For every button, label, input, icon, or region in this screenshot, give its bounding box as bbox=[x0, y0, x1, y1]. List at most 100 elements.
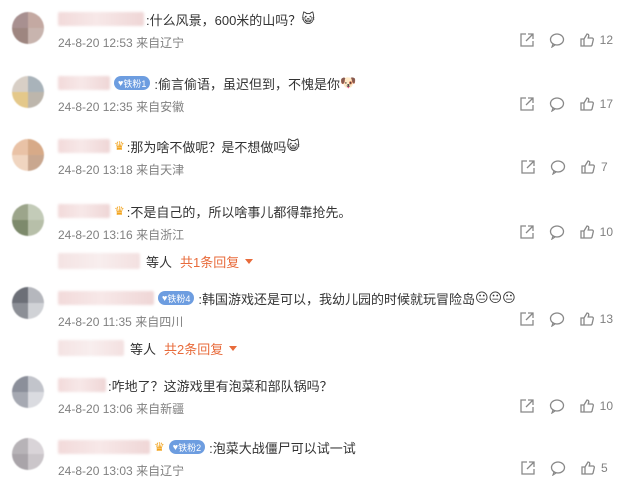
avatar[interactable] bbox=[12, 376, 44, 408]
comment-location: 来自四川 bbox=[135, 315, 184, 329]
comment-icon[interactable] bbox=[550, 159, 566, 175]
comment-location: 来自安徽 bbox=[136, 100, 185, 114]
comment-meta: 24-8-20 13:16 来自浙江 bbox=[58, 226, 184, 243]
username-blurred[interactable] bbox=[58, 12, 144, 26]
view-replies-link[interactable]: 共1条回复 bbox=[180, 252, 239, 271]
like-icon[interactable] bbox=[579, 32, 595, 48]
comment-item: ♛ :那为啥不做呢？是不想做吗 😺 24-8-20 13:18 来自天津 7 bbox=[0, 135, 627, 183]
emoji-icon: 😺 bbox=[286, 138, 300, 153]
comment-date: 24-8-20 13:18 bbox=[58, 163, 133, 177]
comment-meta: 24-8-20 13:18 来自天津 bbox=[58, 161, 184, 178]
comment-text: :什么风景，600米的山吗？ bbox=[146, 12, 302, 28]
comment-actions: 10 bbox=[505, 224, 613, 240]
comment-actions: 5 bbox=[506, 460, 613, 476]
fan-badge: ♥ 铁粉1 bbox=[114, 76, 151, 90]
share-icon[interactable] bbox=[519, 224, 535, 240]
username-blurred[interactable] bbox=[58, 204, 110, 218]
avatar[interactable] bbox=[12, 12, 44, 44]
comment-date: 24-8-20 12:53 bbox=[58, 36, 133, 50]
share-icon[interactable] bbox=[519, 398, 535, 414]
comment-item: :什么风景，600米的山吗？ 😺 24-8-20 12:53 来自辽宁 12 bbox=[0, 8, 627, 56]
comment-actions: 12 bbox=[505, 32, 613, 48]
reply-summary[interactable]: 等人 共2条回复 bbox=[58, 338, 238, 358]
comment-location: 来自新疆 bbox=[136, 402, 185, 416]
view-replies-link[interactable]: 共2条回复 bbox=[164, 339, 223, 358]
reply-users-blurred[interactable] bbox=[58, 253, 140, 269]
chevron-down-icon[interactable] bbox=[245, 258, 254, 264]
comment-text: :不是自己的，所以啥事儿都得靠抢先。 bbox=[126, 204, 352, 220]
comment-actions: 17 bbox=[505, 96, 613, 112]
comment-line: ♛ ♥ 铁粉2 :泡菜大战僵尸可以试一试 bbox=[58, 436, 356, 458]
comment-item: :咋地了？这游戏里有泡菜和部队锅吗？ 24-8-20 13:06 来自新疆 10 bbox=[0, 374, 627, 422]
username-blurred[interactable] bbox=[58, 139, 110, 153]
reply-users-suffix: 等人 bbox=[130, 341, 157, 357]
like-count: 13 bbox=[599, 312, 613, 326]
comment-icon[interactable] bbox=[550, 460, 566, 476]
comment-actions: 10 bbox=[505, 398, 613, 414]
like-count: 10 bbox=[599, 399, 613, 413]
comment-text: :泡菜大战僵尸可以试一试 bbox=[209, 440, 356, 456]
comment-meta: 24-8-20 12:53 来自辽宁 bbox=[58, 34, 184, 51]
username-blurred[interactable] bbox=[58, 378, 106, 392]
comment-date: 24-8-20 11:35 bbox=[58, 315, 132, 329]
username-blurred[interactable] bbox=[58, 440, 150, 454]
comment-actions: 13 bbox=[505, 311, 613, 327]
username-blurred[interactable] bbox=[58, 291, 154, 305]
comment-icon[interactable] bbox=[549, 224, 565, 240]
comment-line: :什么风景，600米的山吗？ 😺 bbox=[58, 8, 315, 30]
comment-line: ♛ :不是自己的，所以啥事儿都得靠抢先。 bbox=[58, 200, 351, 222]
avatar[interactable] bbox=[12, 438, 44, 470]
chevron-down-icon[interactable] bbox=[229, 345, 238, 351]
share-icon[interactable] bbox=[520, 159, 536, 175]
share-icon[interactable] bbox=[519, 311, 535, 327]
comment-meta: 24-8-20 11:35 来自四川 bbox=[58, 313, 183, 330]
reply-summary[interactable]: 等人 共1条回复 bbox=[58, 251, 254, 271]
fan-badge-label: 铁粉2 bbox=[178, 442, 202, 453]
like-icon[interactable] bbox=[579, 398, 595, 414]
avatar[interactable] bbox=[12, 139, 44, 171]
like-icon[interactable] bbox=[579, 96, 595, 112]
like-icon[interactable] bbox=[580, 460, 596, 476]
comment-location: 来自辽宁 bbox=[136, 36, 185, 50]
comment-text: :偷言偷语，虽迟但到，不愧是你 bbox=[154, 76, 340, 92]
comment-icon[interactable] bbox=[549, 311, 565, 327]
comment-text: :那为啥不做呢？是不想做吗 bbox=[126, 139, 287, 155]
comment-location: 来自天津 bbox=[136, 163, 185, 177]
comment-location: 来自辽宁 bbox=[136, 464, 185, 478]
reply-users-blurred[interactable] bbox=[58, 340, 124, 356]
share-icon[interactable] bbox=[519, 96, 535, 112]
crown-icon: ♛ bbox=[114, 139, 125, 153]
comment-text: :韩国游戏还是可以，我幼儿园的时候就玩冒险岛 bbox=[198, 291, 475, 307]
emoji-icon: 😐😐😐 bbox=[474, 290, 516, 305]
like-icon[interactable] bbox=[580, 159, 596, 175]
avatar[interactable] bbox=[12, 204, 44, 236]
like-count: 5 bbox=[601, 461, 608, 475]
comment-actions: 7 bbox=[506, 159, 613, 175]
comment-item: ♥ 铁粉1 :偷言偷语，虽迟但到，不愧是你 🐶 24-8-20 12:35 来自… bbox=[0, 72, 627, 120]
comment-date: 24-8-20 13:06 bbox=[58, 402, 133, 416]
like-count: 17 bbox=[599, 97, 613, 111]
avatar[interactable] bbox=[12, 76, 44, 108]
comment-date: 24-8-20 12:35 bbox=[58, 100, 133, 114]
comment-icon[interactable] bbox=[549, 398, 565, 414]
fan-badge-label: 铁粉4 bbox=[167, 293, 191, 304]
crown-icon: ♛ bbox=[154, 440, 165, 454]
share-icon[interactable] bbox=[520, 460, 536, 476]
comment-line: ♥ 铁粉1 :偷言偷语，虽迟但到，不愧是你 🐶 bbox=[58, 72, 356, 94]
comment-location: 来自浙江 bbox=[136, 228, 185, 242]
username-blurred[interactable] bbox=[58, 76, 110, 90]
comment-date: 24-8-20 13:03 bbox=[58, 464, 133, 478]
comment-icon[interactable] bbox=[549, 32, 565, 48]
comment-icon[interactable] bbox=[549, 96, 565, 112]
like-icon[interactable] bbox=[579, 224, 595, 240]
emoji-icon: 🐶 bbox=[339, 75, 357, 90]
comment-line: ♛ :那为啥不做呢？是不想做吗 😺 bbox=[58, 135, 300, 157]
share-icon[interactable] bbox=[519, 32, 535, 48]
comment-meta: 24-8-20 13:03 来自辽宁 bbox=[58, 462, 184, 479]
like-icon[interactable] bbox=[579, 311, 595, 327]
comment-meta: 24-8-20 13:06 来自新疆 bbox=[58, 400, 184, 417]
reply-users-suffix: 等人 bbox=[146, 254, 173, 270]
comment-line: :咋地了？这游戏里有泡菜和部队锅吗？ bbox=[58, 374, 333, 396]
comment-line: ♥ 铁粉4 :韩国游戏还是可以，我幼儿园的时候就玩冒险岛 😐😐😐 bbox=[58, 287, 516, 309]
avatar[interactable] bbox=[12, 287, 44, 319]
